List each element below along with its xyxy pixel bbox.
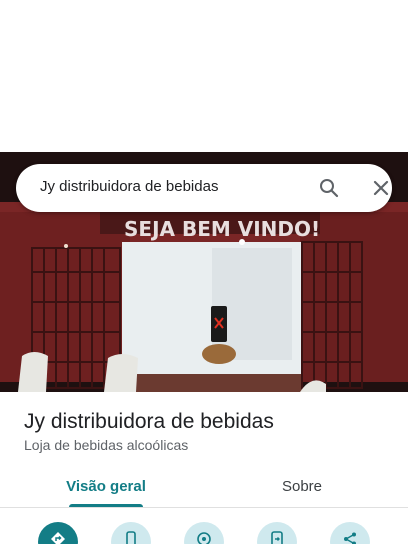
share-icon — [344, 532, 356, 544]
share-button[interactable] — [330, 522, 370, 544]
tab-overview[interactable]: Visão geral — [48, 464, 164, 508]
search-icon[interactable] — [317, 176, 341, 200]
tab-bar: Visão geral Sobre — [0, 464, 408, 508]
directions-button[interactable] — [38, 522, 78, 544]
welcome-sign-text: SEJA BEM VINDO! — [124, 217, 320, 241]
send-to-phone-button[interactable] — [257, 522, 297, 544]
place-title: Jy distribuidora de bebidas — [24, 410, 274, 433]
call-button[interactable] — [111, 522, 151, 544]
nearby-icon — [197, 532, 211, 544]
tab-selected-indicator — [69, 504, 143, 507]
phone-icon — [126, 531, 136, 544]
tab-about[interactable]: Sobre — [244, 464, 360, 508]
place-category[interactable]: Loja de bebidas alcoólicas — [24, 437, 188, 453]
directions-icon — [51, 532, 65, 544]
search-input[interactable]: Jy distribuidora de bebidas — [40, 178, 218, 195]
search-bar[interactable]: Jy distribuidora de bebidas — [16, 164, 392, 212]
close-icon[interactable] — [369, 176, 393, 200]
top-blank-area — [0, 0, 408, 152]
nearby-button[interactable] — [184, 522, 224, 544]
send-to-phone-icon — [271, 531, 283, 544]
